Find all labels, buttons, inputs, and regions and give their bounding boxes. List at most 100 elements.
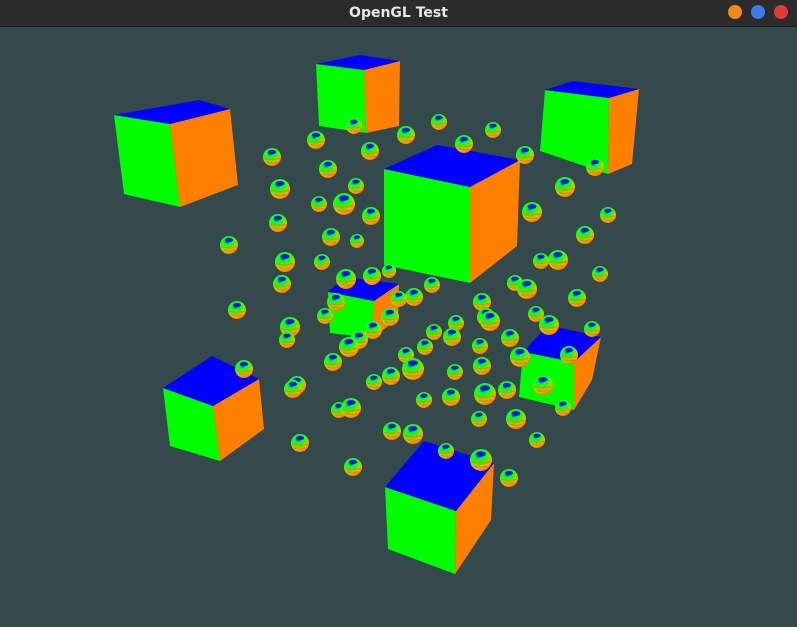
sphere: [391, 291, 407, 307]
sphere-cap: [318, 255, 326, 260]
sphere-cap: [428, 278, 436, 283]
sphere-cap: [370, 375, 378, 380]
sphere-cap: [368, 322, 378, 328]
sphere: [517, 279, 537, 299]
sphere: [220, 236, 238, 254]
sphere: [470, 449, 492, 471]
sphere: [382, 367, 400, 385]
minimize-button[interactable]: [728, 5, 742, 19]
sphere-cap: [346, 400, 356, 405]
sphere: [333, 193, 355, 215]
sphere: [498, 381, 516, 399]
sphere: [455, 135, 473, 153]
sphere-cap: [350, 119, 358, 124]
cube-side-face: [170, 109, 238, 207]
sphere: [270, 179, 290, 199]
sphere-cap: [353, 235, 361, 239]
close-button[interactable]: [774, 5, 788, 19]
sphere: [500, 469, 518, 487]
sphere: [416, 392, 432, 408]
sphere-cap: [489, 123, 497, 128]
sphere: [586, 158, 604, 176]
sphere-cap: [564, 347, 574, 353]
sphere-cap: [572, 290, 582, 296]
sphere-cap: [341, 271, 351, 276]
sphere: [529, 432, 545, 448]
sphere-cap: [408, 426, 418, 431]
sphere-cap: [537, 254, 545, 259]
sphere-cap: [477, 358, 487, 364]
sphere: [336, 269, 356, 289]
sphere-cap: [354, 332, 364, 338]
sphere-cap: [522, 281, 532, 286]
cube-6: [519, 325, 601, 410]
sphere: [431, 114, 447, 130]
cube-front-face: [114, 115, 180, 207]
sphere-cap: [328, 354, 338, 360]
sphere: [228, 301, 246, 319]
sphere-cap: [321, 309, 329, 314]
sphere: [485, 122, 501, 138]
sphere-cap: [339, 195, 349, 201]
sphere: [269, 214, 287, 232]
sphere: [319, 160, 337, 178]
sphere: [402, 358, 424, 380]
sphere-cap: [442, 444, 450, 449]
sphere-cap: [267, 149, 277, 155]
sphere-cap: [475, 412, 483, 417]
cube-1: [114, 100, 238, 207]
sphere: [474, 383, 496, 405]
cube-side-face: [608, 89, 639, 174]
sphere-cap: [502, 382, 512, 388]
sphere: [447, 364, 463, 380]
sphere: [472, 338, 488, 354]
sphere-cap: [385, 309, 395, 315]
sphere: [600, 207, 616, 223]
maximize-button[interactable]: [751, 5, 765, 19]
sphere-cap: [480, 385, 490, 391]
sphere: [584, 321, 600, 337]
sphere: [560, 346, 578, 364]
sphere-cap: [459, 136, 469, 142]
sphere-cap: [283, 333, 291, 338]
sphere: [346, 118, 362, 134]
sphere-cap: [588, 322, 596, 327]
sphere-cap: [560, 179, 570, 184]
sphere: [284, 380, 302, 398]
sphere: [366, 374, 382, 390]
opengl-viewport[interactable]: [0, 27, 797, 627]
sphere-cap: [352, 179, 360, 184]
sphere-cap: [385, 265, 393, 269]
sphere: [362, 207, 380, 225]
sphere-cap: [511, 276, 519, 281]
sphere: [263, 148, 281, 166]
sphere-cap: [538, 377, 548, 382]
sphere-cap: [386, 368, 396, 374]
sphere: [317, 308, 333, 324]
sphere: [397, 126, 415, 144]
sphere-cap: [366, 208, 376, 214]
sphere-cap: [331, 294, 341, 300]
sphere: [443, 328, 461, 346]
cube-4: [384, 145, 520, 283]
sphere: [273, 275, 291, 293]
titlebar[interactable]: OpenGL Test: [0, 0, 797, 27]
sphere: [424, 277, 440, 293]
sphere-cap: [532, 307, 540, 312]
sphere-cap: [273, 215, 283, 221]
sphere-cap: [544, 317, 554, 322]
sphere-cap: [401, 127, 411, 133]
sphere-cap: [348, 459, 358, 465]
window-controls: [728, 5, 788, 19]
sphere-cap: [447, 329, 457, 335]
sphere-cap: [421, 340, 429, 345]
sphere: [548, 250, 568, 270]
sphere-cap: [476, 451, 486, 457]
sphere: [341, 398, 361, 418]
sphere-cap: [288, 381, 298, 387]
sphere: [438, 443, 454, 459]
sphere: [383, 422, 401, 440]
sphere: [471, 411, 487, 427]
sphere-cap: [580, 227, 590, 233]
sphere-cap: [604, 208, 612, 213]
